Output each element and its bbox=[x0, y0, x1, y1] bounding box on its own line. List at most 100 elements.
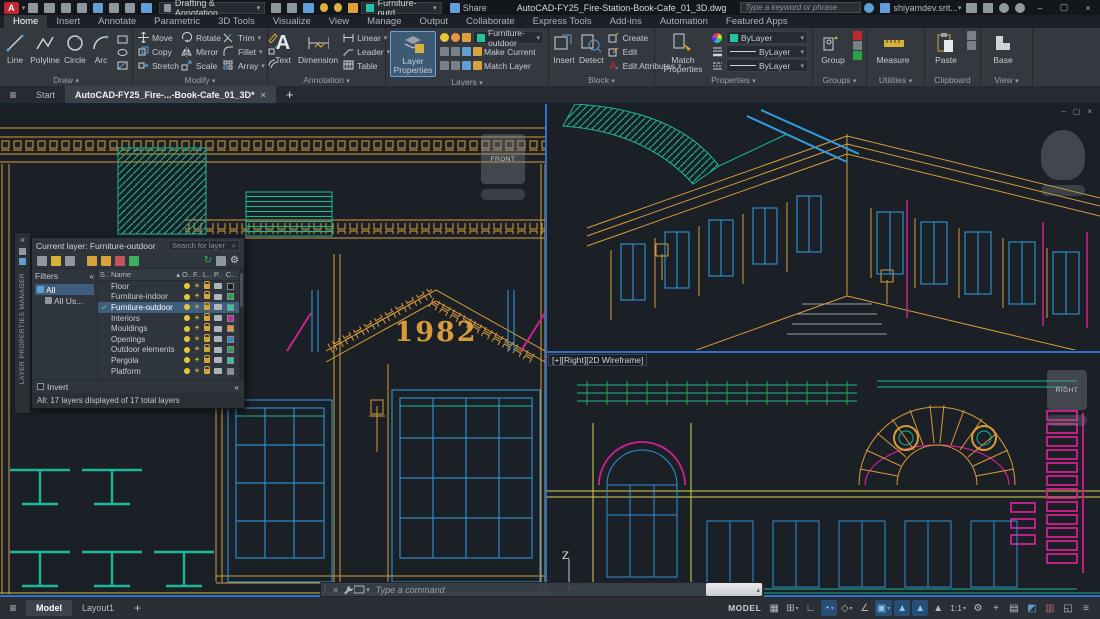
layer-freeze-sun-icon[interactable]: ☀ bbox=[194, 346, 200, 353]
blocks-palette-icon[interactable] bbox=[303, 3, 313, 13]
annotation-autoscale-icon[interactable]: ▲ bbox=[912, 600, 928, 616]
viewport-3d-isometric[interactable] bbox=[547, 104, 1100, 350]
move-button[interactable]: Move bbox=[137, 31, 179, 44]
close-button[interactable]: × bbox=[1076, 0, 1100, 15]
cut-icon[interactable] bbox=[967, 31, 976, 40]
layer-freeze-sun-icon[interactable]: ☀ bbox=[194, 315, 200, 322]
save-as-icon[interactable] bbox=[77, 3, 87, 13]
layer-unlock-icon[interactable] bbox=[204, 326, 210, 331]
collapse-palette-icon[interactable]: « bbox=[234, 382, 239, 392]
annotation-scale-button[interactable]: 1:1▾ bbox=[948, 600, 968, 616]
panel-label-modify[interactable]: Modify ▾ bbox=[133, 75, 267, 86]
group-select-icon[interactable] bbox=[853, 51, 862, 60]
signed-in-user[interactable]: shiyamdev.srit... bbox=[893, 3, 957, 13]
drawing-minimize-icon[interactable]: – bbox=[1061, 107, 1065, 116]
dimension-button[interactable]: Dimension bbox=[298, 31, 338, 65]
layout-menu-icon[interactable]: ≡ bbox=[0, 601, 26, 615]
viewport-label-right[interactable]: [+][Right][2D Wireframe] bbox=[548, 354, 647, 366]
navigation-bar[interactable] bbox=[481, 189, 525, 200]
tab-featured-apps[interactable]: Featured Apps bbox=[717, 15, 797, 28]
command-line[interactable]: ⋮ × ▾ Type a command ▴ bbox=[320, 582, 764, 597]
layer-color-swatch[interactable] bbox=[227, 315, 234, 322]
drawing-area[interactable]: 1982 bbox=[0, 104, 1100, 597]
insert-button[interactable]: Insert bbox=[553, 31, 575, 65]
layer-color-swatch[interactable] bbox=[227, 346, 234, 353]
layer-freeze-sun-icon[interactable]: ☀ bbox=[194, 336, 200, 343]
layer-freeze-icon[interactable] bbox=[451, 47, 460, 56]
navigation-bar[interactable] bbox=[1041, 185, 1085, 196]
drawing-tab[interactable]: AutoCAD-FY25_Fire-...-Book-Cafe_01_3D* × bbox=[65, 86, 276, 103]
viewcube-right[interactable]: RIGHT bbox=[1047, 370, 1087, 426]
layer-states-manager-icon[interactable] bbox=[65, 256, 75, 266]
layer-plot-icon[interactable] bbox=[214, 368, 222, 374]
chevron-down-icon[interactable]: ▾ bbox=[22, 4, 26, 12]
layer-on-bulb-icon[interactable] bbox=[184, 347, 190, 353]
layer-plot-icon[interactable] bbox=[214, 347, 222, 353]
base-button[interactable]: Base bbox=[985, 31, 1021, 65]
rotate-button[interactable]: Rotate bbox=[181, 31, 221, 44]
layer-row-mouldings[interactable]: Mouldings ☀ bbox=[98, 323, 239, 334]
layer-unisolate-icon[interactable] bbox=[451, 61, 460, 70]
new-property-filter-icon[interactable] bbox=[37, 256, 47, 266]
lineweight-select[interactable]: ByLayer ▾ bbox=[726, 45, 808, 58]
ungroup-icon[interactable] bbox=[853, 31, 862, 40]
tab-automation[interactable]: Automation bbox=[651, 15, 717, 28]
trim-button[interactable]: Trim▾ bbox=[223, 31, 265, 44]
command-drag-grip[interactable]: ⋮ bbox=[321, 587, 329, 591]
maximize-button[interactable]: ▢ bbox=[1052, 0, 1076, 15]
command-input[interactable]: Type a command bbox=[370, 585, 706, 595]
fillet-button[interactable]: Fillet▾ bbox=[223, 45, 265, 58]
layer-color-swatch[interactable] bbox=[227, 336, 234, 343]
layer-isolate-icon[interactable] bbox=[440, 61, 449, 70]
drawing-restore-icon[interactable]: ▢ bbox=[1073, 107, 1081, 116]
layer-unlock-icon[interactable] bbox=[204, 347, 210, 352]
ortho-mode-icon[interactable]: ∟ bbox=[803, 600, 819, 616]
layer-plot-icon[interactable] bbox=[214, 315, 222, 321]
tab-parametric[interactable]: Parametric bbox=[145, 15, 209, 28]
viewport-right-elevation[interactable]: Z bbox=[547, 353, 1100, 595]
filter-tree-all-used[interactable]: All Us... bbox=[35, 295, 94, 306]
undo-icon[interactable] bbox=[109, 3, 119, 13]
model-tab[interactable]: Model bbox=[26, 600, 72, 616]
new-layer-vp-frozen-icon[interactable] bbox=[101, 256, 111, 266]
layer-plot-icon[interactable] bbox=[214, 326, 222, 332]
stretch-button[interactable]: Stretch bbox=[137, 59, 179, 72]
make-current-button[interactable]: Make Current bbox=[484, 45, 536, 58]
layer-on-bulb-icon[interactable] bbox=[184, 336, 190, 342]
text-button[interactable]: A Text bbox=[272, 31, 294, 65]
layer-on-bulb-icon[interactable] bbox=[184, 283, 190, 289]
layer-lock-icon[interactable] bbox=[462, 47, 471, 56]
refresh-icon[interactable]: ↻ bbox=[204, 255, 212, 266]
command-bar-end-grip[interactable]: ▴ bbox=[706, 583, 762, 596]
navigation-bar[interactable] bbox=[1047, 415, 1087, 426]
hatch-tool-icon[interactable] bbox=[116, 59, 128, 71]
command-close-icon[interactable]: × bbox=[329, 585, 342, 595]
layer-freeze-sun-icon[interactable] bbox=[334, 3, 342, 12]
layer-properties-button[interactable]: Layer Properties bbox=[390, 31, 436, 77]
layer-row-pergola[interactable]: Pergola ☀ bbox=[98, 355, 239, 366]
layer-list-header[interactable]: S.. Name▴ O.. F.. L.. P.. C.. bbox=[98, 269, 239, 281]
object-color-select[interactable]: ByLayer ▾ bbox=[726, 31, 808, 44]
tab-visualize[interactable]: Visualize bbox=[264, 15, 320, 28]
palette-close-icon[interactable]: × bbox=[20, 235, 25, 245]
copy-clip-icon[interactable] bbox=[967, 41, 976, 50]
layer-freeze-sun-icon[interactable]: ☀ bbox=[194, 293, 200, 300]
layer-color-swatch[interactable] bbox=[227, 325, 234, 332]
new-layer-icon[interactable] bbox=[87, 256, 97, 266]
layer-plot-icon[interactable] bbox=[214, 283, 222, 289]
layer-walk-icon[interactable] bbox=[462, 61, 471, 70]
layer-row-interiors[interactable]: Interiors ☀ bbox=[98, 313, 239, 324]
layer-plot-icon[interactable] bbox=[214, 336, 222, 342]
new-group-filter-icon[interactable] bbox=[51, 256, 61, 266]
tab-3d-tools[interactable]: 3D Tools bbox=[209, 15, 264, 28]
mirror-button[interactable]: Mirror bbox=[181, 45, 221, 58]
palette-autohide-pin-icon[interactable] bbox=[19, 248, 26, 255]
delete-layer-icon[interactable] bbox=[115, 256, 125, 266]
linetype-select[interactable]: ByLayer ▾ bbox=[726, 59, 808, 72]
new-layout-button[interactable]: + bbox=[124, 598, 151, 618]
tab-express-tools[interactable]: Express Tools bbox=[524, 15, 601, 28]
panel-label-draw[interactable]: Draw ▾ bbox=[0, 75, 132, 86]
layer-unlock-icon[interactable] bbox=[348, 3, 358, 13]
group-edit-icon[interactable] bbox=[853, 41, 862, 50]
collapse-filters-icon[interactable]: « bbox=[89, 271, 94, 281]
